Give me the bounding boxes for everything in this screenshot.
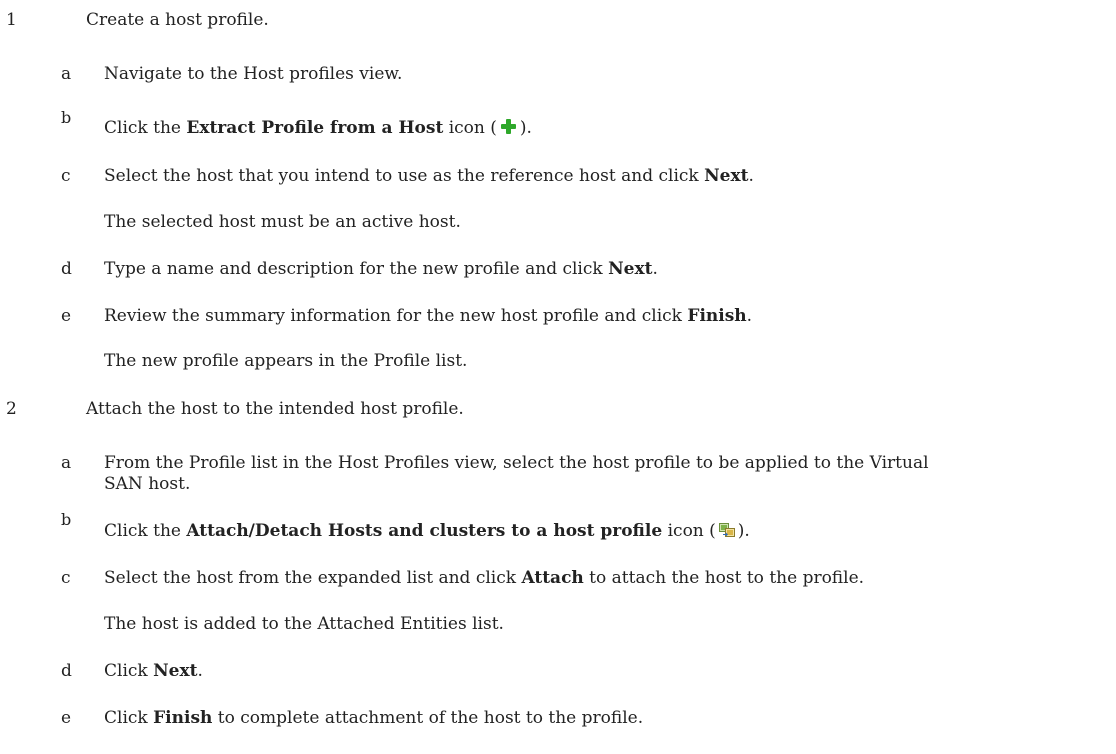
substep-text-part: . — [746, 306, 753, 326]
add-profile-plus-icon — [500, 119, 516, 134]
substep-text-part: to complete attachment of the host to th… — [212, 708, 644, 728]
substep-text-part: ). — [519, 118, 532, 138]
substep-letter: d — [61, 661, 72, 681]
substep-note: The selected host must be an active host… — [104, 212, 461, 232]
substep-text-continued: SAN host. — [104, 474, 191, 494]
substep-text-part: . — [197, 661, 203, 681]
step-number: 1 — [6, 10, 17, 30]
substep-letter: c — [61, 568, 71, 588]
ui-element-name: Attach — [521, 568, 584, 588]
ui-element-name: Next — [153, 661, 198, 681]
substep-text-part: Type a name and description for the new … — [104, 259, 609, 279]
substep-text-part: ). — [737, 521, 750, 541]
ui-element-name: Extract Profile from a Host — [186, 118, 444, 138]
substep-text: Navigate to the Host profiles view. — [104, 64, 403, 84]
substep-text: Select the host from the expanded list a… — [104, 567, 864, 589]
substep-text: Type a name and description for the new … — [104, 258, 658, 280]
substep-letter: e — [61, 306, 72, 326]
substep-text: Review the summary information for the n… — [104, 305, 752, 327]
substep-text: Click the Attach/Detach Hosts and cluste… — [104, 520, 750, 542]
substep-text: Select the host that you intend to use a… — [104, 165, 754, 187]
substep-text-part: icon ( — [662, 521, 716, 541]
substep-text: From the Profile list in the Host Profil… — [104, 453, 929, 473]
ui-element-name: Next — [608, 259, 653, 279]
substep-letter: e — [61, 708, 72, 728]
document-page: 1 Create a host profile. a Navigate to t… — [0, 0, 1116, 754]
substep-text-part: Click — [104, 708, 154, 728]
substep-text: Click Finish to complete attachment of t… — [104, 707, 643, 729]
substep-note: The new profile appears in the Profile l… — [104, 351, 468, 371]
ui-element-name: Next — [704, 166, 749, 186]
attach-detach-hosts-icon — [718, 523, 735, 537]
substep-text: Click Next. — [104, 660, 203, 682]
step-title: Create a host profile. — [86, 10, 269, 30]
ui-element-name: Finish — [153, 708, 213, 728]
step-title: Attach the host to the intended host pro… — [86, 399, 464, 419]
substep-text-part: Review the summary information for the n… — [104, 306, 688, 326]
ui-element-name: Finish — [687, 306, 747, 326]
substep-text-part: icon ( — [443, 118, 497, 138]
substep-letter: a — [61, 64, 72, 84]
step-number: 2 — [6, 399, 17, 419]
substep-text-part: . — [748, 166, 754, 186]
substep-text-part: Select the host from the expanded list a… — [104, 568, 522, 588]
substep-text-part: Click the — [104, 521, 187, 541]
substep-text-part: Click — [104, 661, 154, 681]
substep-letter: a — [61, 453, 72, 473]
substep-text-part: Click the — [104, 118, 187, 138]
substep-text-part: . — [652, 259, 658, 279]
substep-note: The host is added to the Attached Entiti… — [104, 614, 504, 634]
substep-letter: b — [61, 510, 72, 529]
substep-text-part: Select the host that you intend to use a… — [104, 166, 705, 186]
substep-text: Click the Extract Profile from a Host ic… — [104, 117, 532, 139]
ui-element-name: Attach/Detach Hosts and clusters to a ho… — [186, 521, 663, 541]
substep-letter: c — [61, 166, 71, 186]
substep-letter: b — [61, 108, 72, 127]
substep-letter: d — [61, 259, 72, 279]
substep-text-part: to attach the host to the profile. — [583, 568, 865, 588]
